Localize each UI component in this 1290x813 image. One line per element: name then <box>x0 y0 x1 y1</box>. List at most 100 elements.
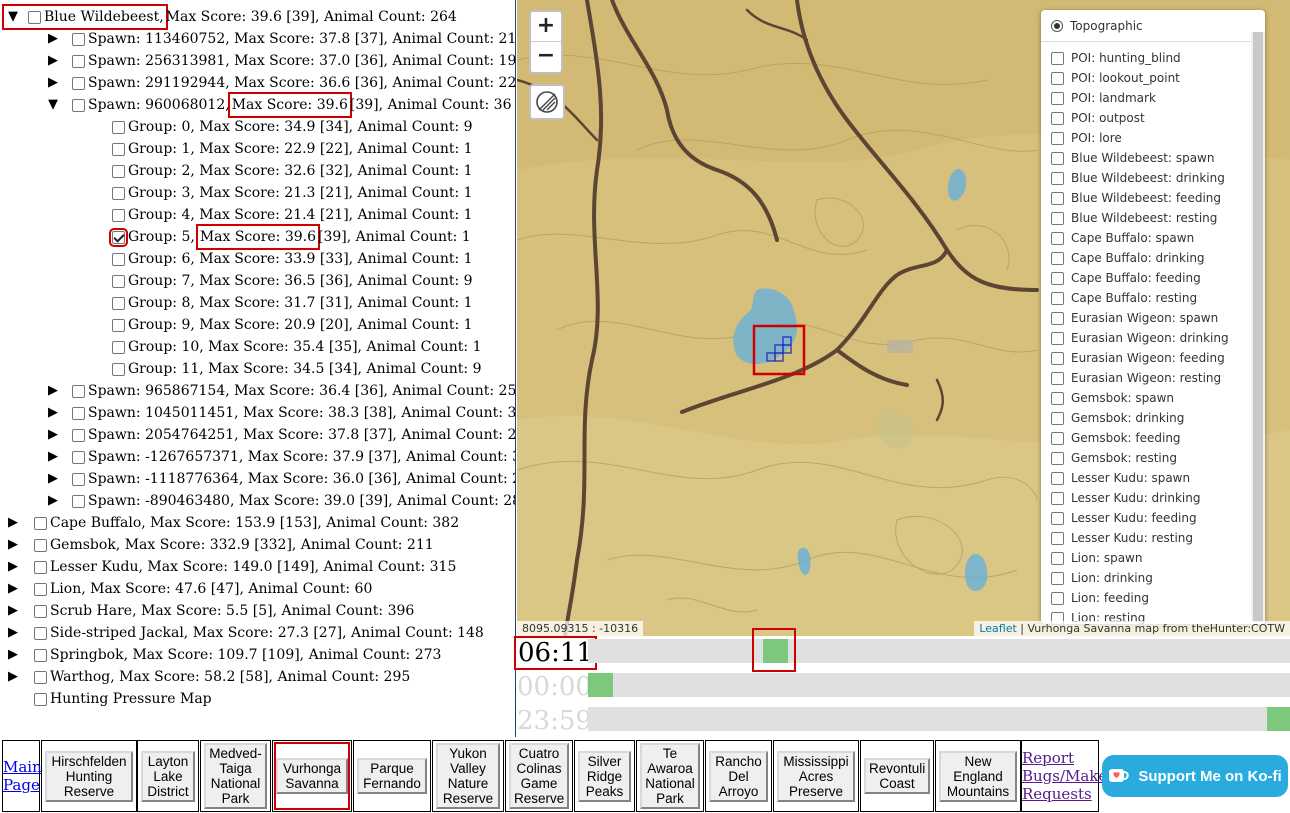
overlay-checkbox[interactable] <box>1051 411 1064 425</box>
spawn-label[interactable]: Spawn: 2054764251, Max Score: 37.8 [37],… <box>88 424 515 446</box>
spawn-checkbox[interactable] <box>72 494 85 508</box>
spawn-checkbox[interactable] <box>72 450 85 464</box>
spawn-checkbox[interactable] <box>72 54 85 68</box>
overlay-checkbox[interactable] <box>1051 371 1064 385</box>
overlay-item[interactable]: Cape Buffalo: drinking <box>1041 248 1265 268</box>
spawn-checkbox[interactable] <box>72 384 85 398</box>
group-label[interactable]: Group: 0, Max Score: 34.9 [34], Animal C… <box>128 116 473 138</box>
spawn-label[interactable]: Spawn: 113460752, Max Score: 37.8 [37], … <box>88 28 515 50</box>
report-bugs-link[interactable]: Report Bugs/Make Requests <box>1022 749 1107 803</box>
spawn-checkbox[interactable] <box>72 428 85 442</box>
species-label[interactable]: Scrub Hare, Max Score: 5.5 [5], Animal C… <box>50 600 414 622</box>
overlay-item[interactable]: Blue Wildebeest: resting <box>1041 208 1265 228</box>
species-label[interactable]: Blue Wildebeest, <box>44 6 164 28</box>
species-label[interactable]: Springbok, Max Score: 109.7 [109], Anima… <box>50 644 441 666</box>
species-checkbox[interactable] <box>34 516 47 530</box>
overlay-label[interactable]: POI: hunting_blind <box>1071 51 1181 65</box>
species-checkbox[interactable] <box>34 538 47 552</box>
overlay-checkbox[interactable] <box>1051 391 1064 405</box>
overlay-item[interactable]: Eurasian Wigeon: drinking <box>1041 328 1265 348</box>
overlay-checkbox[interactable] <box>1051 251 1064 265</box>
overlay-label[interactable]: POI: landmark <box>1071 91 1156 105</box>
group-label[interactable]: Group: 9, Max Score: 20.9 [20], Animal C… <box>128 314 473 336</box>
expand-arrow-icon[interactable]: ▶ <box>8 600 22 622</box>
overlay-checkbox[interactable] <box>1051 531 1064 545</box>
spawn-label[interactable]: Spawn: 960068012, <box>88 94 230 116</box>
overlay-label[interactable]: POI: lore <box>1071 131 1122 145</box>
overlay-item[interactable]: POI: landmark <box>1041 88 1265 108</box>
overlay-label[interactable]: Lesser Kudu: resting <box>1071 531 1193 545</box>
group-checkbox[interactable] <box>112 252 125 266</box>
group-checkbox-selected[interactable] <box>109 227 128 247</box>
overlay-checkbox[interactable] <box>1051 451 1064 465</box>
overlay-item[interactable]: Gemsbok: resting <box>1041 448 1265 468</box>
overlay-item[interactable]: Lesser Kudu: resting <box>1041 528 1265 548</box>
kofi-button[interactable]: Support Me on Ko-fi <box>1102 755 1288 797</box>
overlay-item[interactable]: Lion: feeding <box>1041 588 1265 608</box>
overlay-item[interactable]: Blue Wildebeest: spawn <box>1041 148 1265 168</box>
overlay-label[interactable]: Cape Buffalo: drinking <box>1071 251 1205 265</box>
expand-arrow-icon[interactable]: ▶ <box>48 490 62 512</box>
overlay-item[interactable]: Blue Wildebeest: drinking <box>1041 168 1265 188</box>
species-checkbox[interactable] <box>34 582 47 596</box>
reserve-button[interactable]: Cuatro Colinas Game Reserve <box>509 743 569 809</box>
species-checkbox[interactable] <box>28 10 41 24</box>
group-label[interactable]: Group: 4, Max Score: 21.4 [21], Animal C… <box>128 204 473 226</box>
expand-arrow-icon[interactable]: ▶ <box>8 512 22 534</box>
group-checkbox[interactable] <box>112 274 125 288</box>
base-layer-radio[interactable] <box>1051 19 1063 32</box>
overlay-item[interactable]: Cape Buffalo: feeding <box>1041 268 1265 288</box>
overlay-item[interactable]: Gemsbok: feeding <box>1041 428 1265 448</box>
group-checkbox[interactable] <box>112 142 125 156</box>
group-label[interactable]: Group: 1, Max Score: 22.9 [22], Animal C… <box>128 138 473 160</box>
overlay-item[interactable]: Cape Buffalo: resting <box>1041 288 1265 308</box>
group-label[interactable]: Group: 7, Max Score: 36.5 [36], Animal C… <box>128 270 473 292</box>
overlay-checkbox[interactable] <box>1051 151 1064 165</box>
group-checkbox[interactable] <box>112 296 125 310</box>
start-time-track[interactable] <box>588 673 1290 697</box>
species-checkbox[interactable] <box>34 670 47 684</box>
overlay-label[interactable]: Lesser Kudu: spawn <box>1071 471 1190 485</box>
current-time-track[interactable] <box>588 639 1290 663</box>
spawn-label[interactable]: Spawn: -1118776364, Max Score: 36.0 [36]… <box>88 468 515 490</box>
spawn-checkbox[interactable] <box>72 406 85 420</box>
group-label[interactable]: Group: 2, Max Score: 32.6 [32], Animal C… <box>128 160 473 182</box>
draw-tool-button[interactable] <box>529 84 565 120</box>
spawn-label[interactable]: Spawn: -890463480, Max Score: 39.0 [39],… <box>88 490 515 512</box>
overlay-checkbox[interactable] <box>1051 351 1064 365</box>
expand-arrow-icon[interactable]: ▶ <box>8 666 22 688</box>
group-checkbox[interactable] <box>112 362 125 376</box>
overlay-label[interactable]: Lion: feeding <box>1071 591 1149 605</box>
overlay-checkbox[interactable] <box>1051 231 1064 245</box>
overlay-item[interactable]: Eurasian Wigeon: resting <box>1041 368 1265 388</box>
group-label[interactable]: Group: 8, Max Score: 31.7 [31], Animal C… <box>128 292 473 314</box>
reserve-button[interactable]: Mississippi Acres Preserve <box>777 750 855 802</box>
overlay-checkbox[interactable] <box>1051 331 1064 345</box>
reserve-button[interactable]: Parque Fernando <box>357 758 427 794</box>
overlay-item[interactable]: Lion: drinking <box>1041 568 1265 588</box>
overlay-item[interactable]: Lion: spawn <box>1041 548 1265 568</box>
reserve-button[interactable]: Rancho Del Arroyo <box>709 750 768 802</box>
overlay-checkbox[interactable] <box>1051 551 1064 565</box>
overlay-checkbox[interactable] <box>1051 271 1064 285</box>
overlay-label[interactable]: Cape Buffalo: resting <box>1071 291 1197 305</box>
overlay-label[interactable]: Gemsbok: drinking <box>1071 411 1184 425</box>
leaflet-link[interactable]: Leaflet <box>979 622 1016 635</box>
overlay-checkbox[interactable] <box>1051 431 1064 445</box>
start-time-marker[interactable] <box>588 673 613 697</box>
zoom-out-button[interactable]: − <box>531 42 561 72</box>
group-label[interactable]: Group: 6, Max Score: 33.9 [33], Animal C… <box>128 248 473 270</box>
species-checkbox[interactable] <box>34 604 47 618</box>
layers-scrollbar[interactable] <box>1251 32 1265 622</box>
group-checkbox[interactable] <box>112 186 125 200</box>
expand-arrow-icon[interactable]: ▶ <box>8 622 22 644</box>
overlay-checkbox[interactable] <box>1051 131 1064 145</box>
reserve-button[interactable]: Silver Ridge Peaks <box>578 750 631 802</box>
expand-arrow-icon[interactable]: ▶ <box>8 534 22 556</box>
hunting-pressure-checkbox[interactable] <box>34 692 47 706</box>
hunting-pressure-label[interactable]: Hunting Pressure Map <box>50 688 212 710</box>
spawn-checkbox[interactable] <box>72 98 85 112</box>
overlay-item[interactable]: POI: lore <box>1041 128 1265 148</box>
end-time-track[interactable] <box>588 707 1290 731</box>
zoom-in-button[interactable]: + <box>531 12 561 42</box>
